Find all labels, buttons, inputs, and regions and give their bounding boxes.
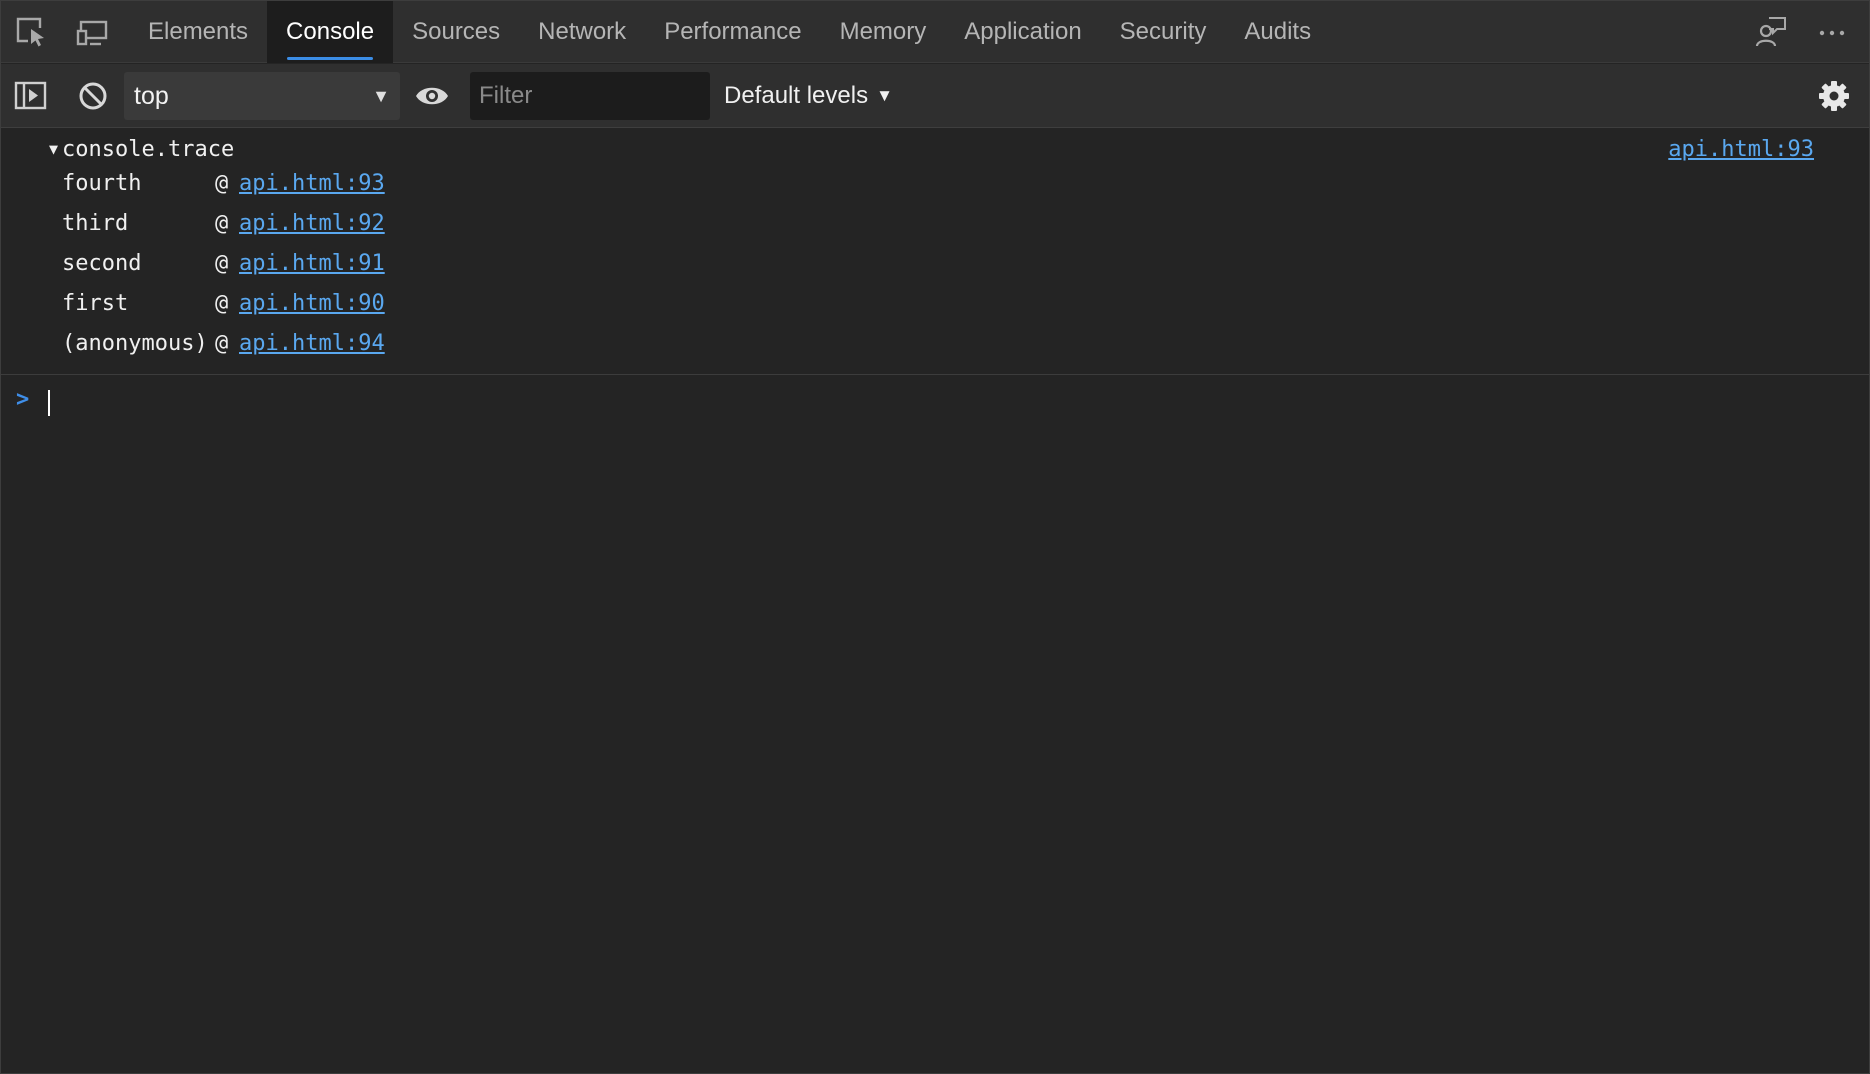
tab-console[interactable]: Console <box>267 1 394 63</box>
tab-audits[interactable]: Audits <box>1225 1 1330 63</box>
tab-memory[interactable]: Memory <box>821 1 946 63</box>
frame-at: @ <box>215 171 229 196</box>
frame-at: @ <box>215 211 229 236</box>
feedback-icon[interactable] <box>1753 14 1789 50</box>
dropdown-arrow-icon: ▼ <box>876 86 893 105</box>
text-caret <box>48 390 50 416</box>
more-options-icon[interactable] <box>1814 14 1850 50</box>
frame-function: fourth <box>62 171 142 196</box>
stack-frame: (anonymous) @ api.html:94 <box>62 329 385 359</box>
stack-frame: first @ api.html:90 <box>62 289 385 319</box>
frame-function: second <box>62 251 142 276</box>
clear-console-icon[interactable] <box>75 78 111 114</box>
stack-frame: third @ api.html:92 <box>62 209 385 239</box>
live-expression-icon[interactable] <box>414 78 450 114</box>
stack-frame: second @ api.html:91 <box>62 249 385 279</box>
frame-source-link[interactable]: api.html:90 <box>239 291 385 316</box>
frame-function: (anonymous) <box>62 331 208 356</box>
frame-source-link[interactable]: api.html:91 <box>239 251 385 276</box>
frame-function: third <box>62 211 129 236</box>
tab-elements[interactable]: Elements <box>129 1 267 63</box>
frame-source-link[interactable]: api.html:94 <box>239 331 385 356</box>
log-levels-label: Default levels <box>724 82 869 109</box>
frame-function: first <box>62 291 129 316</box>
expand-triangle-icon[interactable]: ▼ <box>49 134 58 164</box>
prompt-chevron-icon: > <box>16 387 30 412</box>
devtools-window: Elements Console Sources Network Perform… <box>0 0 1870 1074</box>
filter-input[interactable] <box>470 72 710 120</box>
trace-label: console.trace <box>62 137 235 162</box>
tab-network[interactable]: Network <box>519 1 645 63</box>
inspect-element-icon[interactable] <box>13 14 49 50</box>
context-value: top <box>134 82 169 110</box>
gear-icon[interactable] <box>1816 78 1852 114</box>
frame-source-link[interactable]: api.html:93 <box>239 171 385 196</box>
log-levels-dropdown[interactable]: Default levels ▼ <box>724 72 893 120</box>
console-prompt[interactable]: > <box>1 382 1869 426</box>
panel-tabs: Elements Console Sources Network Perform… <box>129 1 1330 63</box>
frame-at: @ <box>215 331 229 356</box>
show-sidebar-icon[interactable] <box>13 78 49 114</box>
stack-frame: fourth @ api.html:93 <box>62 169 385 199</box>
devtools-tab-bar: Elements Console Sources Network Perform… <box>1 1 1869 63</box>
tab-application[interactable]: Application <box>945 1 1100 63</box>
tab-performance[interactable]: Performance <box>645 1 820 63</box>
tab-sources[interactable]: Sources <box>393 1 519 63</box>
frame-at: @ <box>215 291 229 316</box>
tab-security[interactable]: Security <box>1101 1 1226 63</box>
frame-at: @ <box>215 251 229 276</box>
trace-source-link[interactable]: api.html:93 <box>1668 135 1814 165</box>
divider <box>1 374 1869 375</box>
console-toolbar: top ▼ Default levels ▼ <box>1 64 1869 128</box>
frame-source-link[interactable]: api.html:92 <box>239 211 385 236</box>
context-selector[interactable]: top ▼ <box>124 72 400 120</box>
device-toolbar-icon[interactable] <box>74 14 110 50</box>
dropdown-arrow-icon: ▼ <box>372 86 390 106</box>
trace-group-header[interactable]: ▼ console.trace <box>49 135 234 165</box>
